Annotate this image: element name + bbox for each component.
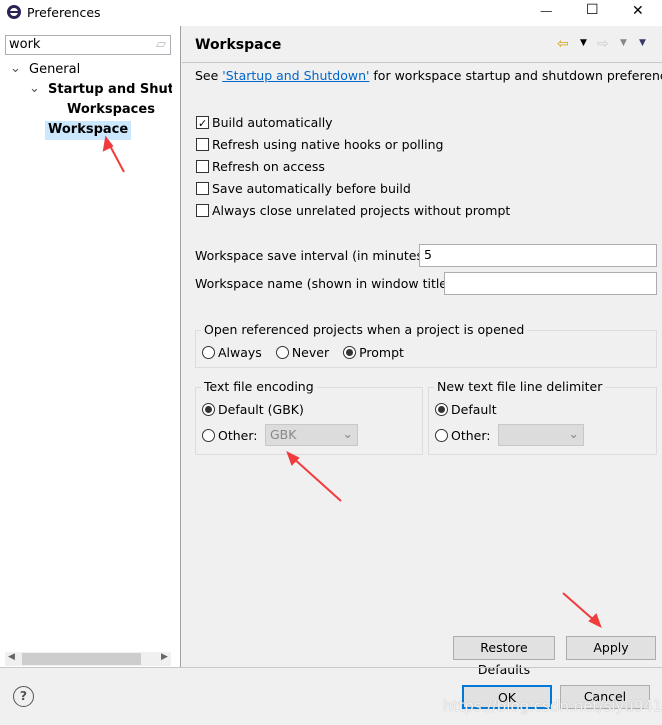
checkbox-label: Save automatically before build bbox=[212, 181, 411, 196]
eclipse-icon bbox=[7, 5, 21, 19]
watermark: https://blog.csdn.net/siyu9412 bbox=[443, 697, 662, 715]
chevron-down-icon[interactable]: ⌄ bbox=[10, 61, 21, 76]
back-menu-icon[interactable]: ▼ bbox=[580, 38, 587, 48]
radio-label: Default (GBK) bbox=[218, 402, 304, 417]
checkbox[interactable] bbox=[196, 204, 209, 217]
page-title: Workspace bbox=[195, 37, 282, 53]
help-icon[interactable]: ? bbox=[13, 686, 34, 707]
chevron-down-icon: ⌄ bbox=[342, 426, 353, 441]
window-title: Preferences bbox=[27, 5, 101, 20]
filter-value: work bbox=[9, 37, 41, 52]
refresh-native-hooks-checkbox[interactable]: Refresh using native hooks or polling bbox=[196, 134, 510, 156]
close-button[interactable]: ✕ bbox=[632, 3, 644, 19]
group-title: Text file encoding bbox=[201, 379, 317, 394]
checkbox-checked[interactable]: ✓ bbox=[196, 116, 209, 130]
tree-item-workspace[interactable]: Workspace bbox=[45, 121, 132, 140]
scroll-right-icon[interactable]: ▶ bbox=[161, 652, 168, 662]
radio-always[interactable]: Always bbox=[202, 345, 262, 360]
delimiter-other-radio[interactable]: Other: bbox=[435, 428, 490, 443]
refresh-on-access-checkbox[interactable]: Refresh on access bbox=[196, 156, 510, 178]
scrollbar-thumb[interactable] bbox=[22, 653, 141, 665]
back-icon[interactable]: ⇦ bbox=[557, 36, 569, 52]
tree-item-general[interactable]: General bbox=[29, 62, 80, 77]
group-title: Open referenced projects when a project … bbox=[201, 322, 528, 337]
forward-menu-icon[interactable]: ▼ bbox=[620, 38, 627, 48]
see-also-text: See 'Startup and Shutdown' for workspace… bbox=[195, 68, 662, 83]
encoding-other-radio[interactable]: Other: bbox=[202, 428, 257, 443]
title-bar: Preferences — ☐ ✕ bbox=[0, 0, 662, 26]
maximize-button[interactable]: ☐ bbox=[586, 2, 599, 18]
annotation-arrow bbox=[291, 456, 342, 502]
close-unrelated-checkbox[interactable]: Always close unrelated projects without … bbox=[196, 200, 510, 222]
save-interval-input[interactable]: 5 bbox=[419, 244, 657, 267]
checkbox[interactable] bbox=[196, 182, 209, 195]
group-title: New text file line delimiter bbox=[434, 379, 606, 394]
see-suffix: for workspace startup and shutdown prefe… bbox=[369, 68, 662, 83]
arrow-head bbox=[588, 613, 602, 629]
filter-input[interactable]: work ▱ bbox=[5, 35, 171, 55]
radio-label: Never bbox=[291, 345, 330, 360]
startup-shutdown-link[interactable]: 'Startup and Shutdown' bbox=[222, 68, 369, 83]
chevron-down-icon: ⌄ bbox=[568, 426, 579, 441]
delimiter-default-radio[interactable]: Default bbox=[435, 402, 497, 417]
see-prefix: See bbox=[195, 68, 223, 83]
save-interval-label: Workspace save interval (in minutes): bbox=[195, 248, 433, 263]
radio-label: Default bbox=[451, 402, 497, 417]
checkbox-label: Build automatically bbox=[212, 115, 333, 130]
clear-icon[interactable]: ▱ bbox=[156, 37, 166, 52]
build-automatically-checkbox[interactable]: ✓ Build automatically bbox=[196, 112, 510, 134]
workspace-name-input[interactable] bbox=[444, 272, 657, 295]
checkbox[interactable] bbox=[196, 138, 209, 151]
view-menu-icon[interactable]: ▼ bbox=[639, 38, 646, 48]
delimiter-combo[interactable]: ⌄ bbox=[498, 424, 584, 446]
checkbox[interactable] bbox=[196, 160, 209, 173]
encoding-combo[interactable]: GBK ⌄ bbox=[265, 424, 358, 446]
apply-button[interactable]: Apply bbox=[566, 636, 656, 660]
open-ref-options: Always Never Prompt bbox=[202, 345, 404, 360]
radio-label: Other: bbox=[451, 428, 491, 443]
forward-icon[interactable]: ⇨ bbox=[597, 36, 609, 52]
radio-label: Always bbox=[218, 345, 262, 360]
workspace-name-label: Workspace name (shown in window title): bbox=[195, 276, 457, 291]
save-before-build-checkbox[interactable]: Save automatically before build bbox=[196, 178, 510, 200]
checkbox-label: Refresh using native hooks or polling bbox=[212, 137, 444, 152]
checkbox-label: Refresh on access bbox=[212, 159, 325, 174]
radio-never[interactable]: Never bbox=[275, 345, 330, 360]
tree-item-workspaces[interactable]: Workspaces bbox=[67, 102, 155, 117]
tree-item-startup[interactable]: Startup and Shutdown bbox=[48, 82, 172, 97]
annotation-arrow bbox=[562, 592, 597, 623]
footer-divider bbox=[0, 667, 662, 668]
chevron-down-icon[interactable]: ⌄ bbox=[29, 81, 40, 96]
checkbox-list: ✓ Build automatically Refresh using nativ… bbox=[196, 112, 510, 222]
radio-label: Other: bbox=[218, 428, 258, 443]
restore-defaults-button[interactable]: Restore Defaults bbox=[453, 636, 555, 677]
radio-prompt[interactable]: Prompt bbox=[343, 345, 404, 360]
checkbox-label: Always close unrelated projects without … bbox=[212, 203, 511, 218]
combo-value: GBK bbox=[270, 427, 297, 442]
encoding-default-radio[interactable]: Default (GBK) bbox=[202, 402, 304, 417]
radio-label: Prompt bbox=[359, 345, 404, 360]
minimize-button[interactable]: — bbox=[540, 3, 553, 18]
scroll-left-icon[interactable]: ◀ bbox=[8, 652, 15, 662]
